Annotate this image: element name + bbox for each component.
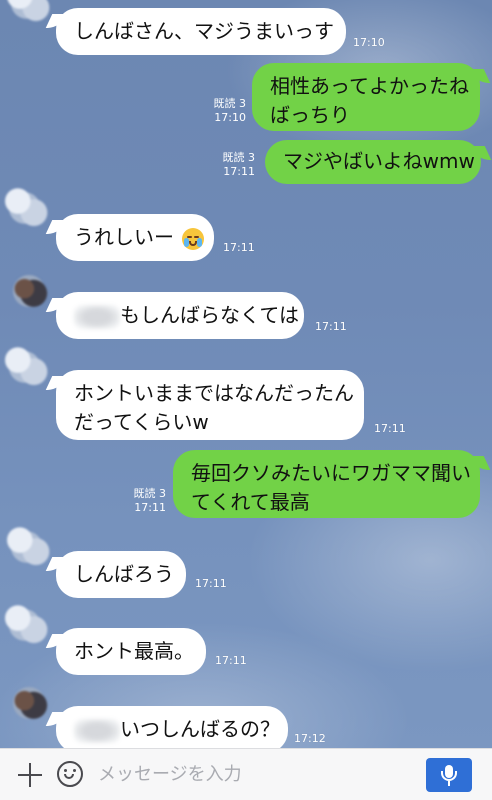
read-receipt: 既読 3 — [133, 487, 167, 500]
avatar[interactable] — [6, 524, 52, 570]
message-bubble-incoming[interactable]: うれしいー — [56, 214, 214, 261]
chat-area[interactable]: しんばさん、マジうまいっす 17:10 既読 3 17:10 相性あってよかった… — [0, 0, 492, 748]
avatar[interactable] — [4, 602, 50, 648]
redacted-name — [74, 718, 120, 743]
message-bubble-outgoing[interactable]: 毎回クソみたいにワガママ聞い てくれて最高 — [173, 450, 480, 518]
message-text: もしんばらなくては — [120, 303, 299, 327]
message-time: 17:11 — [374, 422, 406, 435]
message-line: ホントいままではなんだったん — [74, 381, 354, 405]
message-meta: 既読 3 17:11 — [215, 151, 256, 179]
message-time: 17:11 — [223, 165, 255, 178]
microphone-button[interactable] — [426, 758, 472, 792]
message-bubble-incoming[interactable]: ホント最高。 — [56, 628, 206, 675]
avatar[interactable] — [4, 185, 50, 231]
message-time: 17:11 — [215, 654, 247, 667]
smile-icon[interactable] — [57, 761, 83, 787]
message-bubble-incoming[interactable]: もしんばらなくては — [56, 292, 304, 339]
avatar[interactable] — [6, 680, 52, 726]
message-text: うれしいー — [74, 225, 174, 249]
message-time: 17:11 — [195, 577, 227, 590]
message-bubble-incoming[interactable]: いつしんばるの？ — [56, 706, 288, 748]
avatar[interactable] — [6, 0, 52, 26]
message-input[interactable]: メッセージを入力 — [98, 763, 242, 787]
message-line: だってくらいw — [74, 410, 209, 434]
message-text: ホント最高。 — [74, 639, 194, 663]
message-input-bar: メッセージを入力 — [0, 748, 492, 800]
avatar[interactable] — [6, 268, 52, 314]
message-text: しんばさん、マジうまいっす — [74, 19, 334, 43]
message-time: 17:11 — [223, 241, 255, 254]
plus-icon[interactable] — [18, 763, 42, 787]
message-time: 17:11 — [134, 501, 166, 514]
message-line: てくれて最高 — [191, 490, 310, 514]
message-time: 17:12 — [294, 732, 326, 745]
read-receipt: 既読 3 — [222, 151, 256, 164]
read-receipt: 既読 3 — [213, 97, 247, 110]
message-bubble-outgoing[interactable]: 相性あってよかったね ばっちり — [252, 63, 480, 131]
message-text: しんばろう — [74, 562, 174, 586]
message-text: いつしんばるの？ — [120, 717, 280, 741]
message-bubble-incoming[interactable]: しんばさん、マジうまいっす — [56, 8, 346, 55]
message-meta: 既読 3 17:10 — [206, 97, 247, 125]
message-line: ばっちり — [270, 103, 350, 127]
message-line: 相性あってよかったね — [270, 74, 469, 98]
message-bubble-outgoing[interactable]: マジやばいよねwmw — [265, 140, 481, 184]
message-meta: 既読 3 17:11 — [126, 487, 167, 515]
message-bubble-incoming[interactable]: しんばろう — [56, 551, 186, 598]
crying-face-icon — [182, 227, 205, 250]
message-time: 17:11 — [315, 320, 347, 333]
message-time: 17:10 — [353, 36, 385, 49]
avatar[interactable] — [4, 344, 50, 390]
message-bubble-incoming[interactable]: ホントいままではなんだったん だってくらいw — [56, 370, 364, 440]
redacted-name — [74, 304, 120, 329]
message-text: マジやばいよねwmw — [283, 149, 475, 173]
message-time: 17:10 — [214, 111, 246, 124]
message-line: 毎回クソみたいにワガママ聞い — [191, 461, 471, 485]
